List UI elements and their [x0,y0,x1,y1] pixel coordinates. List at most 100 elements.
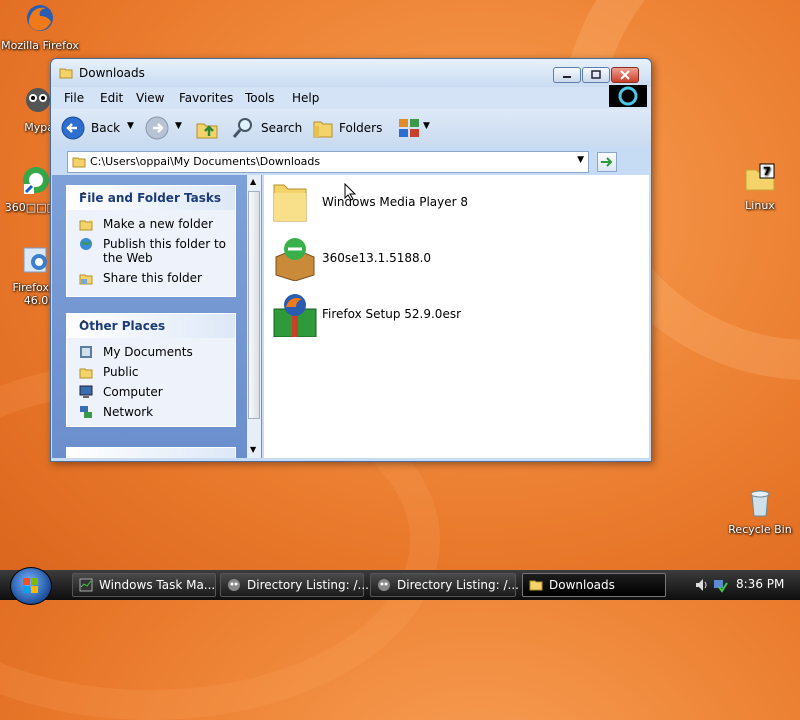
go-button[interactable] [597,152,617,172]
task-share-folder[interactable]: Share this folder [67,268,235,288]
taskbar-button-downloads[interactable]: Downloads [522,573,666,597]
folder-up-icon [196,123,218,139]
close-icon [620,70,630,80]
publish-web-icon [80,238,92,250]
file-item[interactable]: 360se13.1.5188.0 [272,235,472,283]
maximize-button[interactable] [582,67,610,83]
taskbar-button-directory-listing-1[interactable]: Directory Listing: /... [220,573,369,597]
address-text: C:\Users\oppai\My Documents\Downloads [90,155,321,168]
search-icon [232,118,252,138]
mouse-cursor-icon [344,183,356,201]
folders-button[interactable]: Folders [311,115,385,141]
menu-help[interactable]: Help [292,91,319,105]
task-manager-icon [79,578,93,592]
desktop-icon-recycle-bin[interactable]: Recycle Bin [720,486,800,536]
clock[interactable]: 8:36 PM [736,577,784,591]
forward-arrow-icon [145,116,169,140]
share-folder-icon [79,274,93,285]
search-label: Search [261,121,303,135]
scroll-down-icon[interactable]: ▼ [250,445,256,454]
360se-installer-icon [275,238,315,281]
explorer-window: Downloads File Edit View Favorites Tools… [50,58,652,462]
folder-icon [273,184,307,222]
close-button[interactable] [611,67,639,83]
throbber-icon [618,86,638,106]
menu-tools[interactable]: Tools [245,91,275,105]
panel-header[interactable]: ⌄ [67,448,235,458]
up-button[interactable] [195,115,219,141]
minimize-icon [563,76,571,78]
place-public[interactable]: Public [67,362,235,382]
start-button[interactable] [10,567,52,605]
address-folder-icon [72,157,86,168]
folder-icon [59,68,73,79]
title-bar[interactable]: Downloads [51,59,651,87]
file-name: 360se13.1.5188.0 [322,251,432,265]
task-make-new-folder[interactable]: Make a new folder [67,214,235,234]
panel-header[interactable]: File and Folder Tasks ⌃ [67,186,235,210]
scroll-up-icon[interactable]: ▲ [250,177,256,186]
file-name: Firefox Setup 52.9.0esr [322,307,462,321]
file-folder-tasks-panel: File and Folder Tasks ⌃ Make a new folde… [66,185,236,297]
maximize-icon [591,70,601,79]
svg-text:7: 7 [763,165,771,178]
minimize-button[interactable] [553,67,581,83]
menu-favorites[interactable]: Favorites [179,91,233,105]
place-network[interactable]: Network [67,402,235,422]
back-arrow-icon [61,116,85,140]
task-pane-scrollbar[interactable]: ▲ ▼ [247,175,261,458]
raccoon-icon [378,579,390,591]
menu-bar: File Edit View Favorites Tools Help [51,85,651,109]
linux-folder-icon: 7 [745,163,775,191]
collapse-icon[interactable]: ⌃ [79,190,225,203]
volume-icon[interactable] [694,577,710,593]
task-publish-folder[interactable]: Publish this folder to the Web [67,234,235,268]
raccoon-icon [228,579,240,591]
firefox-setup-icon [23,247,47,273]
network-icon [80,406,92,418]
menu-view[interactable]: View [136,91,164,105]
windows-logo [609,85,647,107]
address-field[interactable]: C:\Users\oppai\My Documents\Downloads ▼ [67,151,589,173]
go-arrow-icon [601,157,613,167]
file-list: Windows Media Player 8 360se13.1.5188.0 … [264,175,649,458]
collapse-icon[interactable]: ⌃ [79,318,225,331]
views-button[interactable]: ▼ [397,115,437,141]
system-tray: 8:36 PM [690,573,796,597]
back-dropdown-icon[interactable]: ▼ [127,121,134,131]
desktop-icon-label: Linux [745,199,775,212]
menu-file[interactable]: File [64,91,84,105]
computer-icon [79,385,93,398]
folders-icon [313,121,333,138]
desktop-icon-firefox[interactable]: Mozilla Firefox [0,2,80,52]
place-my-documents[interactable]: My Documents [67,342,235,362]
address-bar: C:\Users\oppai\My Documents\Downloads ▼ [51,147,651,175]
desktop-icon-label: Recycle Bin [728,523,792,536]
desktop-icon-linux[interactable]: 7 Linux [720,162,800,212]
forward-button[interactable]: ▼ [145,115,185,141]
folder-icon [529,580,543,591]
details-panel: ⌄ [66,447,236,458]
forward-dropdown-icon[interactable]: ▼ [175,121,182,131]
panel-header[interactable]: Other Places ⌃ [67,314,235,338]
search-button[interactable]: Search [231,115,303,141]
folders-label: Folders [339,121,383,135]
scrollbar-thumb[interactable] [248,191,260,419]
file-item[interactable]: Firefox Setup 52.9.0esr [272,291,472,339]
taskbar-button-task-manager[interactable]: Windows Task Ma... [72,573,216,597]
recycle-bin-icon [750,490,770,517]
menu-edit[interactable]: Edit [100,91,123,105]
place-computer[interactable]: Computer [67,382,235,402]
window-title: Downloads [79,66,145,80]
task-pane: File and Folder Tasks ⌃ Make a new folde… [52,175,262,458]
file-item[interactable]: Windows Media Player 8 [272,179,472,227]
taskbar-button-directory-listing-2[interactable]: Directory Listing: /... [370,573,519,597]
desktop-icon-label: Mozilla Firefox [1,39,79,52]
collapse-icon[interactable]: ⌄ [79,452,225,458]
firefox-icon [27,5,53,31]
new-folder-icon [79,217,93,231]
windows-flag-icon [23,578,38,593]
back-button[interactable]: Back ▼ [61,115,139,141]
address-dropdown-icon[interactable]: ▼ [577,155,584,165]
network-status-icon[interactable] [712,577,728,593]
